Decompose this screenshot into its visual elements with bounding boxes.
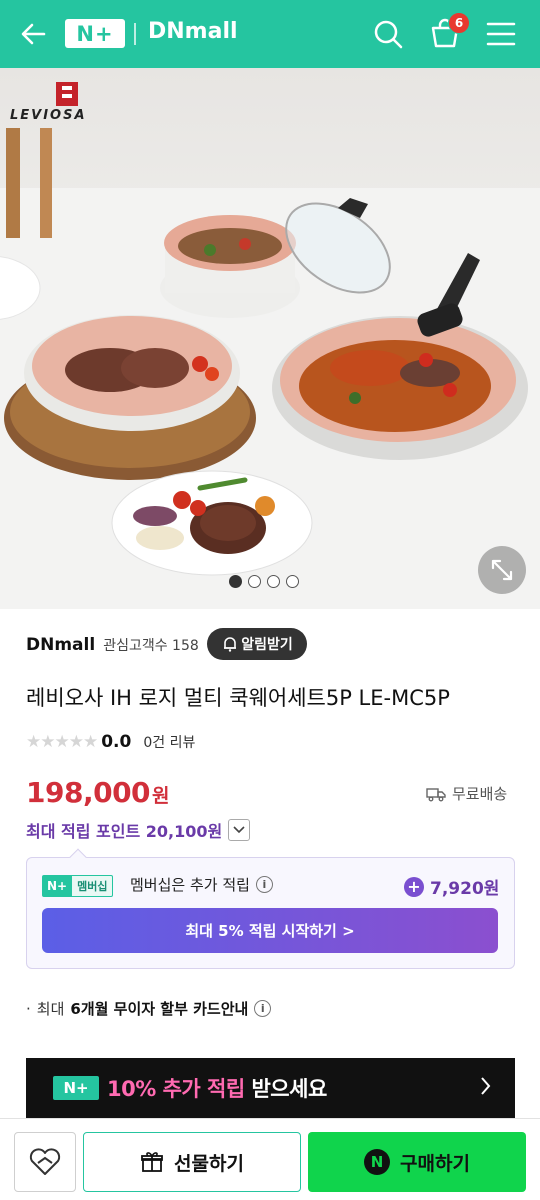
product-image-carousel[interactable]: LEVIOSA [0, 68, 540, 609]
star-rating-icon: ★★★★★ [26, 732, 98, 752]
expand-image-icon[interactable] [478, 546, 526, 594]
nplus-logo[interactable]: N+ [65, 19, 125, 48]
divider [134, 23, 136, 45]
nplus-promo-logo: N+ [53, 1076, 99, 1100]
membership-tag: N+ 멤버십 [42, 875, 114, 897]
promo-text: 10% 추가 적립 받으세요 [107, 1073, 327, 1103]
gift-icon [141, 1152, 163, 1172]
nplus-tag-logo: N+ [42, 875, 73, 897]
buy-button[interactable]: N 구매하기 [308, 1132, 526, 1192]
store-info-row: DNmall 관심고객수 158 [26, 628, 199, 662]
heart-icon [29, 1148, 61, 1175]
top-app-bar: N+ DNmall 6 [0, 0, 540, 68]
membership-points: + 7,920원 [404, 874, 499, 899]
installment-info[interactable]: · 최대 6개월 무이자 할부 카드안내 i [26, 998, 272, 1019]
rating-row[interactable]: ★★★★★ 0.0 0건 리뷰 [26, 730, 195, 754]
alarm-label: 알림받기 [241, 637, 293, 653]
product-title: 레비오사 IH 로지 멀티 쿡웨어세트5P LE-MC5P [26, 686, 450, 710]
info-icon[interactable]: i [254, 1000, 272, 1017]
membership-points-value: 7,920원 [430, 879, 500, 899]
gift-button[interactable]: 선물하기 [83, 1132, 301, 1192]
promo-rest: 받으세요 [244, 1077, 327, 1101]
membership-description: 멤버십은 추가 적립 [130, 876, 250, 894]
max-points-label: 최대 적립 포인트 20,100원 [26, 822, 223, 841]
start-membership-label: 최대 5% 적립 시작하기 > [185, 922, 355, 940]
notification-subscribe-button[interactable]: 알림받기 [207, 628, 307, 660]
back-arrow-icon[interactable] [18, 18, 50, 50]
naver-pay-icon: N [364, 1149, 391, 1175]
cookware-photo [0, 128, 540, 609]
membership-text: 멤버십은 추가 적립 i [130, 874, 273, 895]
buy-label: 구매하기 [400, 1152, 470, 1175]
gift-label: 선물하기 [174, 1152, 244, 1175]
carousel-dot-2[interactable] [248, 575, 261, 588]
cart-count-badge: 6 [448, 12, 470, 34]
price-currency: 원 [152, 785, 170, 807]
carousel-dot-3[interactable] [267, 575, 280, 588]
review-count[interactable]: 0건 리뷰 [143, 732, 195, 752]
price-value: 198,000 [26, 776, 151, 809]
store-name[interactable]: DNmall [148, 19, 238, 44]
bell-plus-icon [224, 637, 237, 652]
carousel-dot-1[interactable] [229, 575, 242, 588]
installment-prefix: 최대 [36, 1000, 65, 1018]
start-membership-button[interactable]: 최대 5% 적립 시작하기 > [42, 908, 498, 953]
membership-tag-label: 멤버십 [72, 875, 114, 897]
wishlist-button[interactable] [14, 1132, 76, 1192]
hamburger-menu-icon[interactable] [486, 20, 516, 48]
shipping-info: 무료배송 [426, 783, 507, 804]
seller-name[interactable]: DNmall [26, 635, 95, 655]
follower-count: 관심고객수 158 [103, 638, 199, 654]
info-icon[interactable]: i [255, 876, 273, 893]
carousel-pagination [229, 575, 299, 588]
installment-bold: 6개월 무이자 할부 카드안내 [70, 1000, 249, 1018]
rating-value: 0.0 [101, 732, 132, 752]
chevron-down-icon[interactable] [228, 819, 251, 841]
carousel-dot-4[interactable] [286, 575, 299, 588]
bullet: · [26, 999, 31, 1018]
plus-circle-icon: + [404, 876, 424, 897]
brand-logo-text: LEVIOSA [10, 108, 87, 123]
price: 198,000 원 [26, 776, 170, 809]
bottom-action-bar: 선물하기 N 구매하기 [0, 1118, 540, 1200]
promo-banner[interactable]: N+ 10% 추가 적립 받으세요 [26, 1058, 515, 1118]
chevron-right-icon [481, 1076, 491, 1100]
promo-highlight: 10% 추가 적립 [107, 1077, 245, 1101]
search-icon[interactable] [372, 18, 404, 50]
delivery-truck-icon [426, 787, 446, 801]
max-points-row[interactable]: 최대 적립 포인트 20,100원 [26, 818, 251, 842]
shipping-label: 무료배송 [452, 785, 508, 803]
